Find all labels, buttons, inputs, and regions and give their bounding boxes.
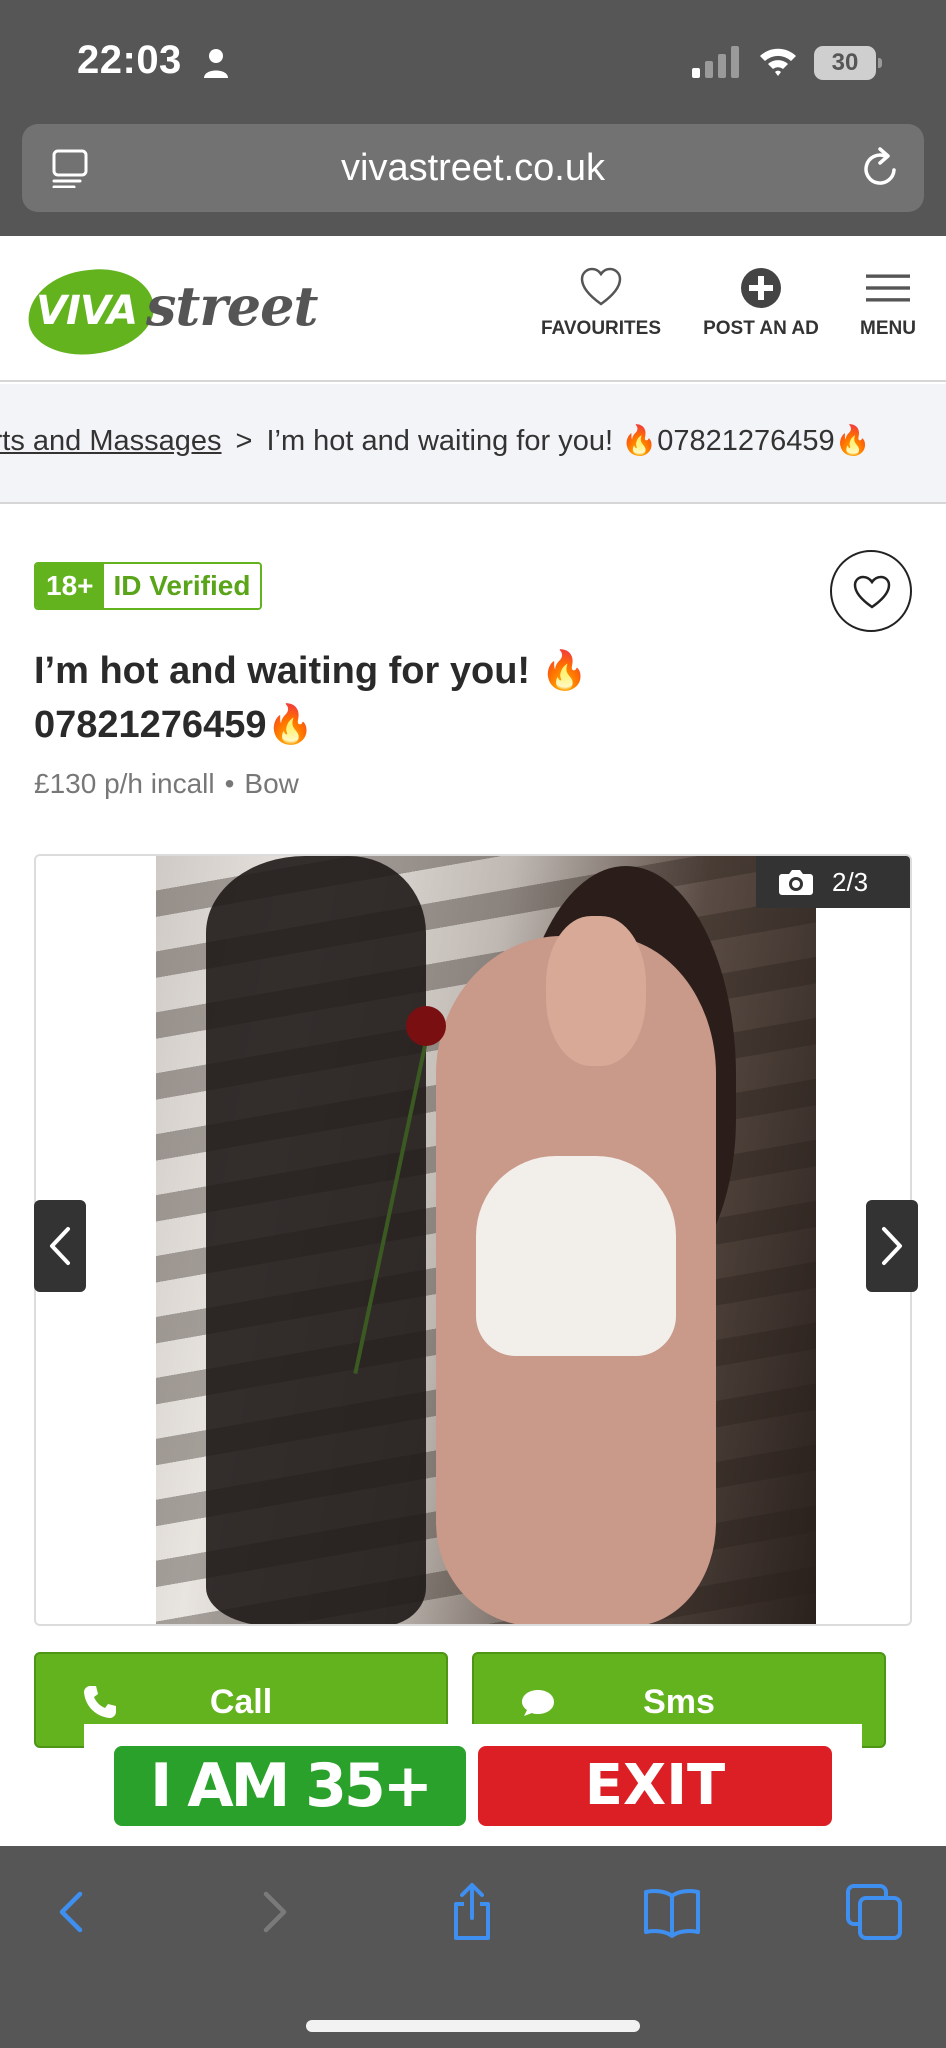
age-confirmation-banner: I AM 35+ EXIT	[84, 1724, 862, 1848]
chevron-right-icon[interactable]	[244, 1882, 304, 1942]
nav-post-ad[interactable]: POST AN AD	[698, 266, 824, 340]
home-indicator	[306, 2020, 640, 2032]
hamburger-icon	[866, 274, 910, 302]
reload-icon[interactable]	[860, 146, 902, 190]
breadcrumb-link-category[interactable]: corts and Massages	[0, 425, 222, 457]
listing-title-line2: 07821276459🔥	[34, 704, 314, 746]
listing-title: I’m hot and waiting for you! 🔥 078212764…	[34, 644, 674, 752]
url-text[interactable]: vivastreet.co.uk	[22, 124, 924, 212]
badge-id-verified: ID Verified	[103, 564, 261, 608]
meta-separator: •	[224, 768, 235, 799]
listing-title-line1: I’m hot and waiting for you! 🔥	[34, 650, 588, 692]
battery-indicator: 30	[814, 46, 882, 80]
breadcrumb-current: I’m hot and waiting for you! 🔥0782127645…	[266, 425, 871, 457]
chevron-right-icon	[882, 1227, 902, 1265]
signal-icon	[692, 46, 739, 78]
nav-menu[interactable]: MENU	[856, 266, 920, 340]
favourite-button[interactable]	[830, 550, 912, 632]
listing-photo[interactable]	[156, 856, 816, 1624]
id-verified-badge: 18+ ID Verified	[34, 562, 263, 610]
nav-favourites[interactable]: FAVOURITES	[538, 266, 664, 340]
person-icon	[204, 49, 228, 78]
tabs-icon[interactable]	[844, 1882, 904, 1942]
badge-age: 18+	[36, 564, 104, 608]
share-icon[interactable]	[442, 1882, 502, 1942]
nav-post-ad-label: POST AN AD	[703, 318, 819, 339]
wifi-icon	[760, 48, 796, 76]
heart-icon	[853, 575, 891, 609]
chevron-left-icon[interactable]	[42, 1882, 102, 1942]
logo-viva-text: VIVA	[36, 288, 138, 334]
heart-icon	[580, 267, 622, 306]
photo-prev-button[interactable]	[34, 1200, 86, 1292]
book-icon[interactable]	[642, 1882, 702, 1942]
battery-level: 30	[831, 49, 859, 76]
nav-favourites-label: FAVOURITES	[541, 318, 661, 339]
listing-location: Bow	[244, 768, 299, 799]
chevron-left-icon	[50, 1227, 70, 1265]
listing-price: £130 p/h incall	[34, 768, 215, 799]
photo-next-button[interactable]	[866, 1200, 918, 1292]
breadcrumb: corts and Massages > I’m hot and waiting f…	[0, 384, 946, 504]
status-bar: 22:03 30 vivastreet.co.uk	[0, 0, 946, 236]
browser-toolbar	[0, 1846, 946, 2048]
breadcrumb-separator: >	[235, 425, 253, 457]
photo-counter: 2/3	[756, 856, 910, 908]
site-header: VIVA street FAVOURITES POST AN AD MENU	[0, 236, 946, 382]
listing-meta: £130 p/h incall • Bow	[34, 768, 299, 800]
photo-gallery[interactable]: 2/3	[34, 854, 912, 1626]
nav-menu-label: MENU	[860, 318, 916, 339]
vivastreet-logo[interactable]: VIVA street	[23, 263, 318, 361]
age-confirm-button[interactable]: I AM 35+	[114, 1746, 466, 1826]
url-bar[interactable]: vivastreet.co.uk	[22, 124, 924, 212]
age-exit-button[interactable]: EXIT	[478, 1746, 832, 1826]
photo-counter-text: 2/3	[832, 867, 869, 897]
status-time: 22:03	[77, 38, 182, 82]
plus-circle-icon	[741, 268, 781, 308]
camera-icon	[779, 870, 813, 895]
logo-street-text: street	[146, 274, 318, 338]
